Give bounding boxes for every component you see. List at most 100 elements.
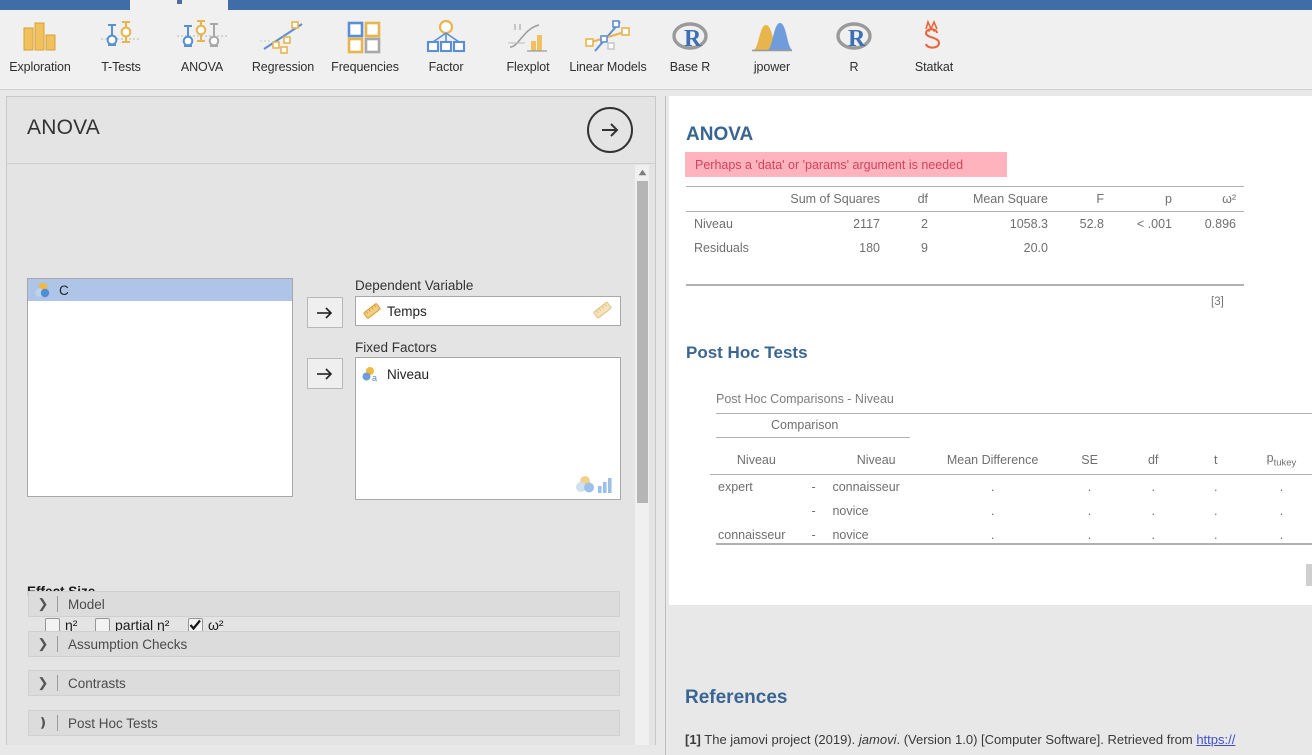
post-hoc-results-table: Niveau Niveau Mean Difference SE df t pt… (710, 446, 1312, 547)
variable-list-item[interactable]: a Niveau (356, 361, 620, 387)
options-scrollbar[interactable] (635, 165, 649, 755)
assign-fixed-factor-button[interactable] (307, 358, 343, 389)
ribbon-button-flexplot[interactable]: Flexplot (488, 16, 568, 86)
cell-sum-of-squares: 2117 (853, 217, 880, 231)
panel-bottom-gap (0, 745, 662, 755)
r-icon: R (824, 16, 884, 58)
col-dash (802, 446, 825, 475)
cell-omega-squared (1180, 236, 1244, 260)
assign-dependent-variable-button[interactable] (307, 297, 343, 328)
error-message: Perhaps a 'data' or 'params' argument is… (695, 157, 964, 172)
svg-text:R: R (684, 26, 702, 52)
checkmark-icon (189, 619, 201, 631)
flexplot-icon (498, 16, 558, 58)
dependent-variable-box[interactable]: Temps (355, 296, 621, 326)
ribbon-label: Exploration (9, 60, 71, 74)
dependent-variable-dropzone-hint (574, 299, 614, 321)
ribbon-label: Factor (428, 60, 464, 74)
bar-chart-icon (10, 16, 70, 58)
col-t: t (1184, 446, 1247, 475)
reference-entry: [1] The jamovi project (2019). jamovi. (… (685, 732, 1235, 747)
linear-models-icon (578, 16, 638, 58)
scroll-up-icon[interactable] (635, 165, 649, 179)
table-rule (716, 413, 1312, 414)
arrow-right-circle-icon[interactable] (587, 107, 633, 153)
results-scrollbar-thumb[interactable] (1306, 564, 1312, 586)
ribbon-label: Statkat (914, 60, 954, 74)
ribbon-button-base-r[interactable]: R Base R (650, 16, 730, 86)
anova-footnote: [3] (1211, 296, 1224, 308)
ribbon-label: jpower (753, 60, 791, 74)
collapsible-assumption-checks[interactable]: ❯ Assumption Checks (28, 631, 620, 657)
ribbon-button-r[interactable]: R R (814, 16, 894, 86)
fixed-factors-box[interactable]: a Niveau (355, 357, 621, 500)
table-row: Residuals 180 9 20.0 (686, 236, 1244, 260)
tab-active-notch (177, 0, 182, 4)
cell-p-tukey: . (1279, 479, 1284, 494)
cell-mean-difference: . (990, 503, 995, 518)
collapsible-post-hoc-tests[interactable]: ❫ Post Hoc Tests (28, 710, 620, 736)
statkat-icon (904, 16, 964, 58)
nominal-text-variable-icon: a (362, 365, 382, 383)
variable-name: Temps (387, 303, 427, 319)
table-header-row: Niveau Niveau Mean Difference SE df t pt… (710, 446, 1312, 475)
col-mean-difference: Mean Difference (927, 446, 1058, 475)
table-rule (716, 437, 910, 438)
reference-link[interactable]: https:// (1196, 732, 1235, 747)
cell-niveau-b: connaisseur (832, 479, 900, 494)
collapsible-label: Post Hoc Tests (68, 715, 158, 731)
col-mean-square: Mean Square (936, 186, 1056, 212)
ribbon-button-regression[interactable]: Regression (243, 16, 323, 86)
cell-niveau-a (710, 499, 803, 523)
cell-t: . (1213, 479, 1218, 494)
reference-number: [1] (685, 732, 701, 747)
ribbon-button-frequencies[interactable]: Frequencies (325, 16, 405, 86)
collapsible-label: Model (68, 596, 105, 612)
ribbon-button-statkat[interactable]: Statkat (894, 16, 974, 86)
options-header: ANOVA (7, 97, 655, 164)
ribbon-button-linear-models[interactable]: Linear Models (568, 16, 648, 86)
variable-list-item[interactable]: C (28, 279, 292, 301)
ribbon-button-exploration[interactable]: Exploration (0, 16, 80, 86)
cell-dash: - (811, 479, 816, 494)
collapsible-label: Assumption Checks (68, 636, 188, 652)
divider (57, 596, 58, 612)
error-banner: Perhaps a 'data' or 'params' argument is… (685, 152, 1007, 177)
col-df: df (888, 186, 936, 212)
post-hoc-group-header: Comparison (771, 418, 839, 432)
fixed-factors-label: Fixed Factors (355, 340, 437, 355)
table-bottom-rule (716, 543, 1312, 545)
table-row: Niveau 2117 2 1058.3 52.8 < .001 0.896 (686, 212, 1244, 237)
jpower-icon (742, 16, 802, 58)
col-niveau-a: Niveau (710, 446, 803, 475)
ribbon-button-t-tests[interactable]: T-Tests (81, 16, 161, 86)
cell-se: . (1087, 503, 1092, 518)
table-header-row: Sum of Squares df Mean Square F p ω² (686, 186, 1244, 212)
collapsible-model[interactable]: ❯ Model (28, 591, 620, 617)
cell-p-tukey: . (1279, 503, 1284, 518)
ribbon-button-factor[interactable]: Factor (406, 16, 486, 86)
p-tukey-sub: tukey (1273, 457, 1297, 469)
fixed-factors-dropzone-hint (558, 473, 614, 495)
base-r-icon: R (660, 16, 720, 58)
available-variables-list[interactable]: C (27, 278, 293, 497)
cell-df: . (1151, 503, 1155, 518)
variable-name: C (59, 282, 69, 298)
cell-dash: - (811, 503, 816, 518)
ribbon-label: Flexplot (506, 60, 550, 74)
ribbon-button-anova[interactable]: ANOVA (162, 16, 242, 86)
cell-df: 9 (921, 241, 928, 255)
variable-name: Niveau (387, 366, 430, 382)
reference-text-after: . (Version 1.0) [Computer Software]. Ret… (896, 732, 1197, 747)
scrollbar-thumb[interactable] (637, 181, 648, 503)
references-heading: References (685, 687, 788, 708)
cell-se: . (1087, 479, 1092, 494)
cell-niveau-b: novice (832, 503, 869, 518)
ribbon-button-jpower[interactable]: jpower (732, 16, 812, 86)
col-p: p (1112, 186, 1180, 212)
results-panel: ANOVA Perhaps a 'data' or 'params' argum… (665, 96, 1312, 755)
t-tests-icon (91, 16, 151, 58)
collapsible-contrasts[interactable]: ❯ Contrasts (28, 670, 620, 696)
reference-text-before: The jamovi project (2019). (704, 732, 859, 747)
ribbon-label: Frequencies (331, 60, 399, 74)
